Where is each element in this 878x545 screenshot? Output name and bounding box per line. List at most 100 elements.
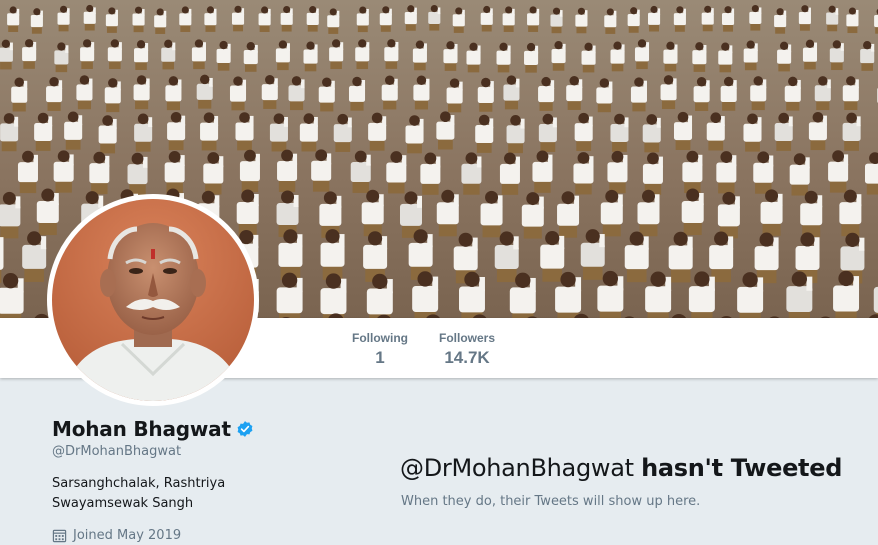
crowd-person xyxy=(413,75,430,110)
crowd-person xyxy=(668,231,693,283)
crowd-person xyxy=(737,272,764,318)
crowd-person xyxy=(802,39,818,70)
crowd-person xyxy=(624,231,649,283)
following-stat[interactable]: Following 1 xyxy=(348,331,412,369)
crowd-person xyxy=(630,77,647,112)
crowd-person xyxy=(275,40,290,71)
crowd-person xyxy=(681,188,704,236)
crowd-person xyxy=(610,113,629,152)
crowd-person xyxy=(57,5,70,32)
crowd-person xyxy=(673,111,693,150)
crowd-person xyxy=(428,4,441,31)
crowd-person xyxy=(104,78,121,113)
crowd-person xyxy=(789,153,810,196)
empty-timeline-subtitle: When they do, their Tweets will show up … xyxy=(401,494,701,509)
crowd-person xyxy=(833,270,860,318)
crowd-person xyxy=(355,39,370,70)
following-label: Following xyxy=(352,331,408,345)
crowd-person xyxy=(379,6,392,32)
crowd-person xyxy=(645,271,672,318)
crowd-person xyxy=(777,41,792,72)
crowd-person xyxy=(717,191,740,239)
followers-count: 14.7K xyxy=(444,348,490,367)
profile-name[interactable]: Mohan Bhagwat xyxy=(52,417,231,441)
crowd-person xyxy=(216,40,231,71)
crowd-person xyxy=(786,271,813,318)
followers-stat[interactable]: Followers 14.7K xyxy=(434,331,500,369)
crowd-person xyxy=(566,75,583,110)
crowd-person xyxy=(701,5,714,32)
crowd-person xyxy=(798,5,811,31)
crowd-person xyxy=(716,151,737,194)
avatar[interactable] xyxy=(47,194,259,406)
crowd-person xyxy=(277,149,298,192)
crowd-person xyxy=(610,41,625,72)
crowd-person xyxy=(89,151,110,195)
crowd-person xyxy=(64,111,83,150)
crowd-person xyxy=(327,8,340,34)
crowd-person xyxy=(311,149,332,192)
crowd-person xyxy=(0,191,21,239)
crowd-person xyxy=(693,77,710,111)
crowd-person xyxy=(236,189,259,237)
crowd-person xyxy=(333,113,352,152)
crowd-person xyxy=(596,78,613,113)
crowd-person xyxy=(846,7,859,34)
crowd-person xyxy=(475,114,494,153)
crowd-person xyxy=(527,6,540,32)
crowd-person xyxy=(436,111,455,150)
profile-bio: Sarsanghchalak, Rashtriya Swayamsewak Sa… xyxy=(52,476,226,511)
crowd-person xyxy=(196,74,213,109)
calendar-icon xyxy=(52,529,67,543)
crowd-person xyxy=(634,39,650,70)
crowd-person xyxy=(839,189,862,237)
crowd-person xyxy=(860,41,875,71)
crowd-person xyxy=(580,229,605,280)
crowd-person xyxy=(502,6,515,32)
crowd-person xyxy=(814,76,831,111)
crowd-person xyxy=(105,7,118,33)
crowd-person xyxy=(826,5,839,32)
crowd-person xyxy=(452,7,465,33)
crowd-person xyxy=(499,152,520,195)
empty-timeline-title: @DrMohanBhagwat hasn't Tweeted xyxy=(400,454,842,482)
crowd-person xyxy=(718,42,733,73)
empty-timeline-handle: @DrMohanBhagwat xyxy=(400,454,642,482)
crowd-person xyxy=(774,8,787,34)
crowd-person xyxy=(496,42,511,73)
crowd-person xyxy=(303,41,318,72)
crowd-person xyxy=(660,75,677,110)
crowd-person xyxy=(750,76,767,111)
crowd-person xyxy=(604,8,617,34)
crowd-person xyxy=(306,6,319,32)
profile-handle[interactable]: @DrMohanBhagwat xyxy=(52,444,181,459)
crowd-person xyxy=(503,75,520,110)
crowd-person xyxy=(573,152,594,195)
crowd-person xyxy=(721,6,735,32)
verified-badge-icon[interactable] xyxy=(236,420,254,438)
crowd-person xyxy=(743,40,758,71)
crowd-person xyxy=(480,5,493,32)
crowd-person xyxy=(229,76,247,111)
crowd-person xyxy=(506,115,525,154)
crowd-person xyxy=(204,6,217,32)
crowd-person xyxy=(235,112,254,151)
crowd-person xyxy=(436,189,459,237)
crowd-person xyxy=(54,42,69,73)
crowd-person xyxy=(743,113,762,152)
crowd-person xyxy=(784,76,801,111)
crowd-person xyxy=(134,113,153,152)
crowd-person xyxy=(276,272,303,318)
crowd-person xyxy=(607,150,628,194)
crowd-person xyxy=(647,5,661,32)
crowd-person xyxy=(682,150,703,194)
crowd-person xyxy=(405,115,424,154)
crowd-person xyxy=(873,286,878,318)
crowd-person xyxy=(494,231,519,283)
crowd-person xyxy=(203,152,224,195)
crowd-person xyxy=(446,78,463,113)
crowd-person xyxy=(134,40,149,70)
crowd-person xyxy=(709,231,734,283)
crowd-person xyxy=(11,77,28,112)
crowd-person xyxy=(443,41,458,71)
